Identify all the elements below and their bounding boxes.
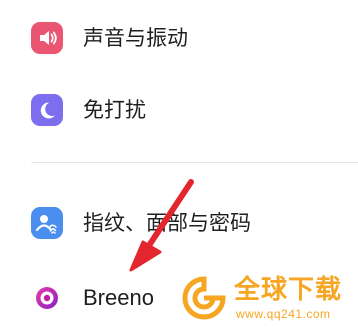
section-divider <box>31 162 358 163</box>
settings-item-label: 免打扰 <box>83 98 146 122</box>
face-fingerprint-icon <box>31 207 63 239</box>
watermark-url: www.qq241.com <box>236 307 331 321</box>
settings-screen: 声音与振动 免打扰 指纹、面部与密码 Breeno 全球下载 www.qq241… <box>0 0 358 327</box>
moon-icon <box>31 94 63 126</box>
watermark-logo-icon <box>182 276 226 320</box>
breeno-ring-icon <box>31 282 63 314</box>
speaker-icon <box>31 22 63 54</box>
watermark-title: 全球下载 <box>234 275 343 305</box>
settings-item-label: 指纹、面部与密码 <box>83 211 251 235</box>
settings-item-do-not-disturb[interactable]: 免打扰 <box>0 82 358 138</box>
settings-item-fingerprint-face-password[interactable]: 指纹、面部与密码 <box>0 195 358 251</box>
settings-item-label: Breeno <box>83 285 154 310</box>
settings-item-label: 声音与振动 <box>83 26 188 50</box>
settings-item-sound-vibration[interactable]: 声音与振动 <box>0 10 358 66</box>
watermark: 全球下载 www.qq241.com <box>178 272 358 327</box>
